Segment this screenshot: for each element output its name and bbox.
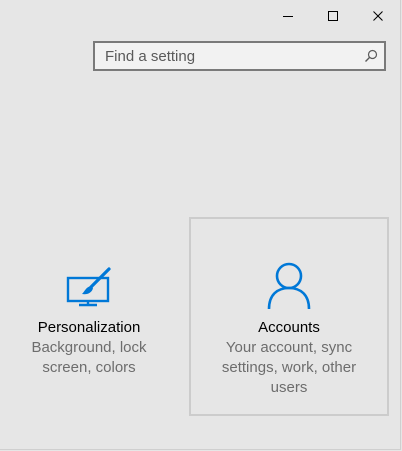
search-input[interactable] <box>95 43 358 69</box>
tile-personalization[interactable]: Personalization Background, lock screen,… <box>0 218 178 414</box>
settings-window: Personalization Background, lock screen,… <box>0 0 401 450</box>
search-box[interactable] <box>93 41 386 71</box>
tile-title: Personalization <box>37 319 141 336</box>
maximize-icon <box>327 11 338 21</box>
close-icon <box>372 11 383 21</box>
tile-accounts[interactable]: Accounts Your account, sync settings, wo… <box>189 217 389 416</box>
minimize-button[interactable] <box>265 0 310 32</box>
tile-description: Background, lock screen, colors <box>31 339 147 376</box>
accounts-icon <box>266 261 312 316</box>
minimize-icon <box>282 16 293 17</box>
personalization-icon <box>65 266 113 313</box>
tile-description: Your account, sync settings, work, other… <box>221 339 357 396</box>
search-icon[interactable] <box>358 43 384 69</box>
caption-buttons <box>265 0 400 32</box>
close-button[interactable] <box>355 0 400 32</box>
tile-title: Accounts <box>258 319 320 336</box>
maximize-button[interactable] <box>310 0 355 32</box>
